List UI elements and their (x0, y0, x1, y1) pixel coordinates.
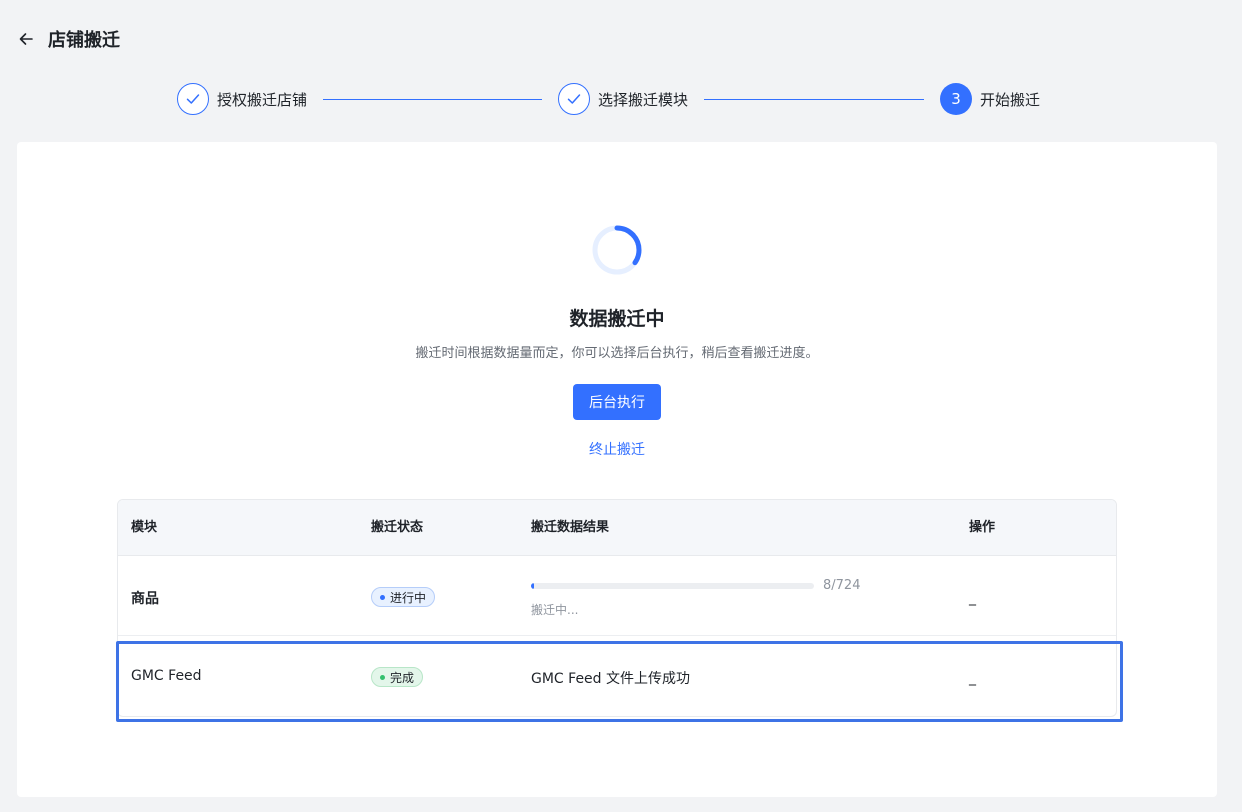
back-button[interactable] (16, 29, 36, 49)
status-dot-icon (380, 674, 385, 680)
step-1-circle (177, 83, 209, 115)
page-header: 店铺搬迁 (16, 24, 120, 54)
status-text: 完成 (390, 670, 415, 685)
migration-title: 数据搬迁中 (569, 308, 665, 330)
column-header-status: 搬迁状态 (371, 520, 424, 535)
check-icon (186, 94, 200, 104)
module-name: 商品 (131, 591, 159, 607)
progress-bar: 8/724 (531, 578, 860, 593)
column-header-module: 模块 (131, 520, 158, 535)
step-1-label: 授权搬迁店铺 (217, 90, 308, 109)
migration-table: 模块 搬迁状态 搬迁数据结果 操作 商品 进行中 8/724 搬迁中... _ … (117, 499, 1117, 717)
step-start-migration: 3 开始搬迁 (940, 83, 1040, 115)
loading-spinner-icon (592, 225, 642, 275)
steps-indicator: 授权搬迁店铺 选择搬迁模块 3 开始搬迁 (177, 83, 1040, 115)
step-2-circle (558, 83, 591, 115)
run-in-background-button[interactable]: 后台执行 (573, 384, 661, 420)
action-placeholder: _ (969, 670, 976, 686)
result-text: GMC Feed 文件上传成功 (531, 671, 691, 687)
page-title: 店铺搬迁 (48, 30, 120, 51)
status-badge: 进行中 (371, 587, 436, 607)
migration-description: 搬迁时间根据数据量而定，你可以选择后台执行，稍后查看搬迁进度。 (415, 346, 819, 361)
status-cell: 完成 (371, 667, 424, 687)
table-header: 模块 搬迁状态 搬迁数据结果 操作 (118, 500, 1116, 556)
status-badge: 完成 (371, 667, 424, 687)
action-placeholder: _ (969, 590, 976, 606)
progress-fill (531, 582, 535, 589)
table-row: GMC Feed 完成 GMC Feed 文件上传成功 _ (118, 636, 1116, 716)
step-3-label: 开始搬迁 (980, 90, 1041, 109)
step-select-modules[interactable]: 选择搬迁模块 (558, 83, 688, 115)
migration-card: 数据搬迁中 搬迁时间根据数据量而定，你可以选择后台执行，稍后查看搬迁进度。 后台… (17, 142, 1217, 797)
result-cell: 8/724 搬迁中... (531, 578, 860, 618)
step-connector (323, 98, 543, 100)
check-icon (567, 94, 581, 104)
step-2-label: 选择搬迁模块 (598, 90, 689, 109)
progress-track (531, 582, 814, 589)
column-header-action: 操作 (969, 520, 996, 535)
step-connector (704, 98, 925, 100)
status-text: 进行中 (390, 590, 427, 605)
arrow-left-icon (19, 33, 33, 45)
progress-status-text: 搬迁中... (531, 603, 579, 617)
step-authorize[interactable]: 授权搬迁店铺 (177, 83, 307, 115)
stop-migration-link[interactable]: 终止搬迁 (17, 439, 1217, 459)
module-name: GMC Feed (131, 668, 202, 684)
status-dot-icon (380, 594, 385, 600)
table-row: 商品 进行中 8/724 搬迁中... _ (118, 556, 1116, 636)
step-3-circle: 3 (940, 83, 973, 115)
status-cell: 进行中 (371, 587, 436, 607)
progress-count: 8/724 (823, 578, 861, 593)
column-header-result: 搬迁数据结果 (531, 520, 610, 535)
